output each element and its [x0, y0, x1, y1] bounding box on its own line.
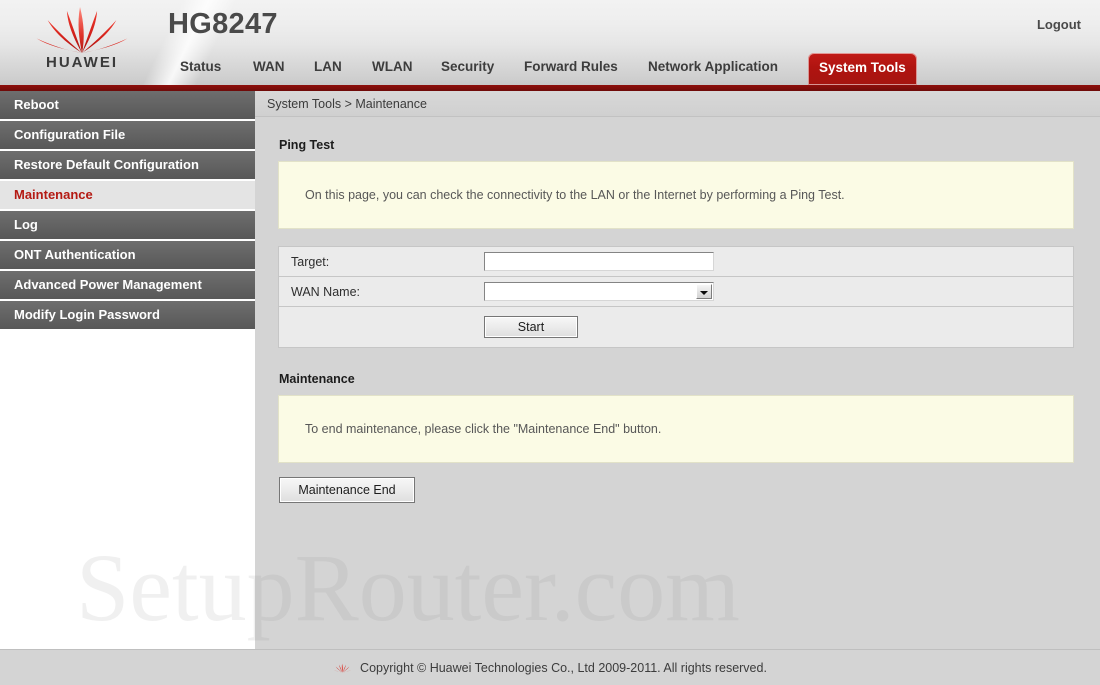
start-button[interactable]: Start — [484, 316, 578, 338]
form-row-target: Target: — [279, 247, 1073, 277]
huawei-flower-logo-icon — [36, 7, 128, 53]
page-body: Reboot Configuration File Restore Default … — [0, 91, 1100, 649]
sidebar-item-ont-authentication[interactable]: ONT Authentication — [0, 241, 255, 269]
maintenance-end-button[interactable]: Maintenance End — [279, 477, 415, 503]
maintenance-notice: To end maintenance, please click the "Ma… — [278, 395, 1074, 463]
nav-item-system-tools[interactable]: System Tools — [808, 53, 917, 85]
page-title: HG8247 — [168, 8, 278, 40]
main-navigation: Status WAN LAN WLAN Security Forward Rules Net… — [0, 50, 1100, 85]
copyright-text: Copyright © Huawei Technologies Co., Ltd… — [360, 660, 767, 675]
nav-item-wlan[interactable]: WLAN — [372, 50, 413, 85]
ping-test-form: Target: WAN Name: Start — [278, 246, 1074, 348]
nav-item-status[interactable]: Status — [180, 50, 221, 85]
nav-item-lan[interactable]: LAN — [314, 50, 342, 85]
page-footer: Copyright © Huawei Technologies Co., Ltd… — [0, 649, 1100, 685]
form-row-wan-name: WAN Name: — [279, 277, 1073, 307]
form-row-actions: Start — [279, 307, 1073, 348]
wan-name-select[interactable] — [484, 282, 714, 301]
sidebar: Reboot Configuration File Restore Default … — [0, 91, 255, 649]
sidebar-item-maintenance[interactable]: Maintenance — [0, 181, 255, 209]
sidebar-item-modify-login-password[interactable]: Modify Login Password — [0, 301, 255, 329]
sidebar-item-log[interactable]: Log — [0, 211, 255, 239]
nav-item-network-application[interactable]: Network Application — [648, 50, 778, 85]
sidebar-item-configuration-file[interactable]: Configuration File — [0, 121, 255, 149]
maintenance-title: Maintenance — [279, 372, 355, 386]
sidebar-item-advanced-power-management[interactable]: Advanced Power Management — [0, 271, 255, 299]
sidebar-item-restore-default-configuration[interactable]: Restore Default Configuration — [0, 151, 255, 179]
ping-test-title: Ping Test — [279, 138, 335, 152]
nav-item-security[interactable]: Security — [441, 50, 494, 85]
logout-link[interactable]: Logout — [1037, 17, 1081, 32]
target-input[interactable] — [484, 252, 714, 271]
huawei-flower-logo-icon — [333, 663, 352, 672]
chevron-down-icon — [696, 284, 712, 299]
nav-item-forward-rules[interactable]: Forward Rules — [524, 50, 618, 85]
page-header: HUAWEI HG8247 Logout Status WAN LAN WLAN Sec… — [0, 0, 1100, 85]
wan-name-label: WAN Name: — [291, 284, 360, 299]
target-label: Target: — [291, 254, 330, 269]
sidebar-item-reboot[interactable]: Reboot — [0, 91, 255, 119]
ping-test-notice: On this page, you can check the connecti… — [278, 161, 1074, 229]
nav-item-wan[interactable]: WAN — [253, 50, 285, 85]
content-area: System Tools > Maintenance Ping Test On … — [255, 91, 1100, 649]
breadcrumb: System Tools > Maintenance — [255, 91, 1100, 117]
